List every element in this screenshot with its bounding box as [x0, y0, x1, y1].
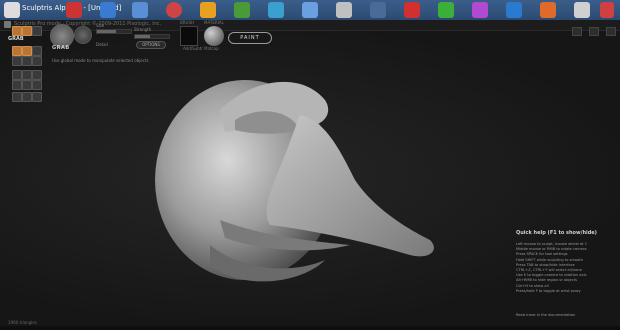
grab-tool-label: GRAB [52, 45, 70, 51]
help-text: Left mouse to sculpt, mouse wheel at 1 M… [516, 242, 612, 294]
strength-slider-fill [135, 35, 151, 38]
hint-text: Use global mode to manipulate selected o… [52, 58, 149, 63]
paint-button[interactable]: PAINT [228, 32, 272, 44]
tool-rotate-icon[interactable] [32, 26, 42, 36]
taskbar-app-icon[interactable] [438, 2, 454, 18]
tool-grab-icon[interactable] [12, 56, 22, 66]
tool-smooth-icon[interactable] [22, 56, 32, 66]
material-label: MATERIAL [204, 20, 224, 25]
maximize-icon[interactable] [588, 27, 599, 36]
close-icon[interactable] [600, 2, 614, 18]
brush-sub-label: Add/Subtr [183, 46, 203, 51]
app-taskbar-icon[interactable] [4, 2, 20, 18]
brush-swatch[interactable] [180, 26, 198, 46]
size-slider-fill [97, 30, 116, 33]
taskbar-app-icon[interactable] [200, 2, 216, 18]
strength-slider[interactable] [134, 34, 170, 39]
tool-mask-icon[interactable] [12, 70, 22, 80]
taskbar-app-icon[interactable] [404, 2, 420, 18]
tool-lock-icon[interactable] [32, 80, 42, 90]
tool-pinch-icon[interactable] [32, 46, 42, 56]
tool-wireframe-icon[interactable] [22, 80, 32, 90]
taskbar-app-icon[interactable] [574, 2, 590, 18]
taskbar-app-icon[interactable] [100, 2, 116, 18]
tool-reduce-icon[interactable] [32, 56, 42, 66]
tool-translate-icon[interactable] [32, 70, 42, 80]
detail-label: Detail [96, 42, 108, 47]
taskbar: Sculptris Alpha 6 - [Untitled] [0, 0, 620, 20]
tool-inflate-icon[interactable] [22, 46, 32, 56]
minimize-icon[interactable] [571, 27, 582, 36]
size-slider[interactable] [96, 29, 132, 34]
tool-flatten-icon[interactable] [12, 46, 22, 56]
taskbar-app-icon[interactable] [234, 2, 250, 18]
taskbar-app-icon[interactable] [132, 2, 148, 18]
size-label: Size [96, 23, 105, 28]
material-preview[interactable] [204, 26, 224, 46]
brush-label: BRUSH [180, 20, 194, 25]
status-bar [0, 326, 620, 330]
taskbar-app-icon[interactable] [370, 2, 386, 18]
taskbar-app-icon[interactable] [472, 2, 488, 18]
taskbar-app-icon[interactable] [302, 2, 318, 18]
tool-new-icon[interactable] [32, 92, 42, 102]
brush-preview-dial[interactable] [74, 26, 92, 44]
help-footer: Read more in the documentation [516, 313, 576, 317]
options-button[interactable]: OPTIONS [136, 41, 166, 49]
tool-draw-icon[interactable] [12, 26, 22, 36]
taskbar-app-icon[interactable] [540, 2, 556, 18]
close-window-icon[interactable] [606, 27, 616, 36]
tool-symmetry-icon[interactable] [12, 80, 22, 90]
tool-crease-icon[interactable] [22, 26, 32, 36]
strength-label: Strength [134, 27, 152, 32]
taskbar-app-icon[interactable] [336, 2, 352, 18]
tool-save-icon[interactable] [12, 92, 22, 102]
window-controls [570, 21, 616, 40]
triangle-count: 1960 triangles [8, 320, 37, 325]
help-line: Press/hold F to toggle at wrist proxy [516, 288, 581, 293]
help-title: Quick help (F1 to show/hide) [516, 230, 597, 236]
taskbar-app-icon[interactable] [66, 2, 82, 18]
taskbar-app-icon[interactable] [166, 2, 182, 18]
tool-scale-icon[interactable] [22, 70, 32, 80]
taskbar-app-icon[interactable] [268, 2, 284, 18]
material-sub-label: Matcap [204, 46, 219, 51]
taskbar-app-icon[interactable] [506, 2, 522, 18]
sculpt-model[interactable] [150, 60, 440, 300]
tool-open-icon[interactable] [22, 92, 32, 102]
active-tool-label: GRAB [8, 36, 24, 42]
